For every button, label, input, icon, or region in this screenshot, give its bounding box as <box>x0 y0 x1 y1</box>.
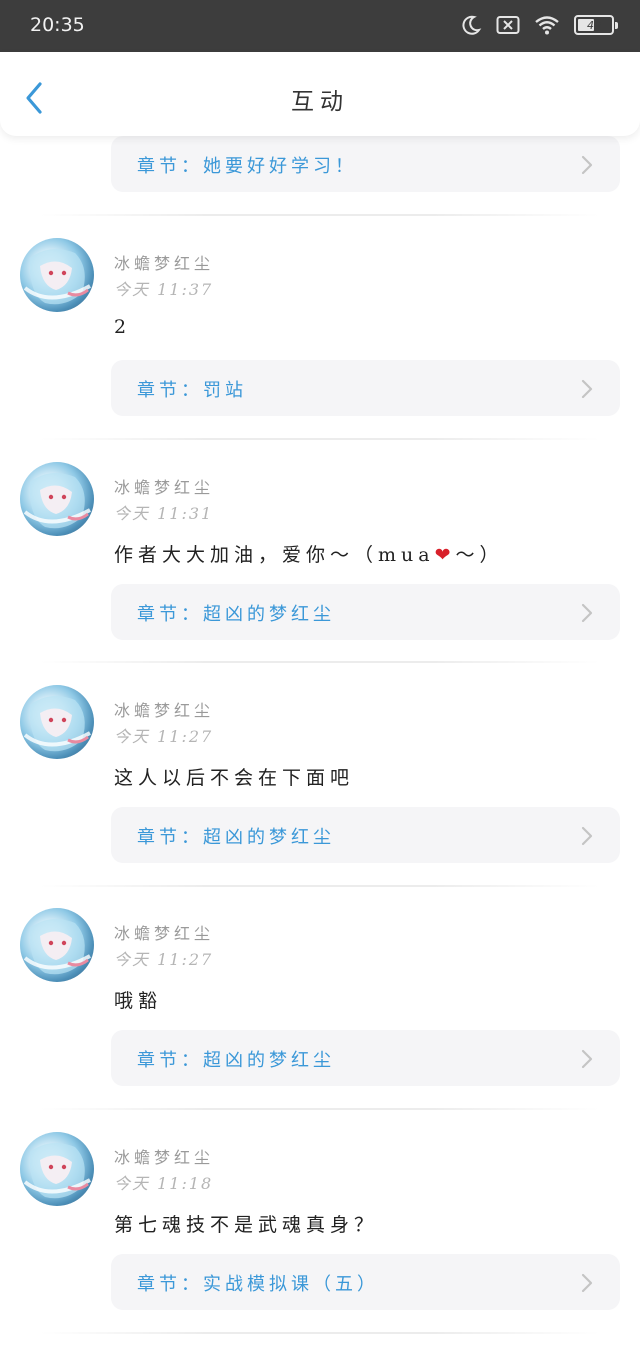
comment-feed[interactable]: 章节：她要好好学习！ 冰蟾梦红尘 今天 11:37 2 章节：罚站 冰蟾梦红尘 … <box>0 0 640 1351</box>
username: 冰蟾梦红尘 <box>114 701 215 720</box>
divider <box>40 1332 600 1334</box>
avatar[interactable] <box>20 908 94 982</box>
avatar[interactable] <box>20 462 94 536</box>
chevron-right-icon <box>581 379 593 399</box>
comment-time: 今天 11:31 <box>114 504 214 523</box>
comment-time: 今天 11:27 <box>114 950 214 969</box>
chevron-right-icon <box>581 603 593 623</box>
heart-emoji: ❤ <box>434 544 456 566</box>
comment-time: 今天 11:18 <box>114 1174 214 1193</box>
username: 冰蟾梦红尘 <box>114 1148 215 1167</box>
chapter-link[interactable]: 章节：罚站 <box>111 360 620 416</box>
chapter-link[interactable]: 章节：超凶的梦红尘 <box>111 1030 620 1086</box>
chapter-link[interactable]: 章节：超凶的梦红尘 <box>111 807 620 863</box>
chevron-right-icon <box>581 1273 593 1293</box>
comment-item: 冰蟾梦红尘 今天 11:27 哦豁 章节：超凶的梦红尘 <box>0 908 640 1131</box>
comment-time: 今天 11:37 <box>114 280 214 299</box>
divider <box>40 214 600 216</box>
comment-item: 冰蟾梦红尘 今天 11:27 这人以后不会在下面吧 章节：超凶的梦红尘 <box>0 685 640 908</box>
chapter-link[interactable]: 章节：超凶的梦红尘 <box>111 584 620 640</box>
chapter-label: 章节：超凶的梦红尘 <box>137 827 335 848</box>
comment-item: 冰蟾梦红尘 今天 11:31 作者大大加油，爱你～（mua❤～） 章节：超凶的梦… <box>0 462 640 685</box>
username: 冰蟾梦红尘 <box>114 924 215 943</box>
comment-text: 这人以后不会在下面吧 <box>114 767 355 789</box>
chapter-link[interactable]: 章节：她要好好学习！ <box>111 136 620 192</box>
chapter-label: 章节：她要好好学习！ <box>137 156 357 177</box>
username: 冰蟾梦红尘 <box>114 478 215 497</box>
comment-item: 冰蟾梦红尘 今天 11:18 第七魂技不是武魂真身？ 章节：实战模拟课（五） <box>0 1132 640 1355</box>
page-title: 互动 <box>291 89 349 115</box>
battery-text: 49 <box>587 18 601 32</box>
chevron-right-icon <box>581 1049 593 1069</box>
comment-time: 今天 11:27 <box>114 727 214 746</box>
comment-text: 第七魂技不是武魂真身？ <box>114 1214 379 1236</box>
chapter-label: 章节：罚站 <box>137 380 247 401</box>
comment-item: 冰蟾梦红尘 今天 11:37 2 章节：罚站 <box>0 238 640 461</box>
chapter-label: 章节：超凶的梦红尘 <box>137 1050 335 1071</box>
chapter-label: 章节：超凶的梦红尘 <box>137 604 335 625</box>
comment-text: 哦豁 <box>114 990 163 1012</box>
comment-text: 2 <box>114 316 132 338</box>
divider <box>40 885 600 887</box>
username: 冰蟾梦红尘 <box>114 254 215 273</box>
chapter-label: 章节：实战模拟课（五） <box>137 1274 379 1295</box>
avatar[interactable] <box>20 238 94 312</box>
avatar[interactable] <box>20 1132 94 1206</box>
comment-text: 作者大大加油，爱你～（mua❤～） <box>114 540 504 567</box>
divider <box>40 661 600 663</box>
avatar[interactable] <box>20 685 94 759</box>
comment-text-main: 作者大大加油，爱你～（mua <box>114 544 435 566</box>
divider <box>40 438 600 440</box>
chevron-right-icon <box>581 826 593 846</box>
chapter-link[interactable]: 章节：实战模拟课（五） <box>111 1254 620 1310</box>
header: 互动 <box>0 52 640 136</box>
comment-text-tail: ～） <box>455 544 504 566</box>
divider <box>40 1108 600 1110</box>
chevron-right-icon <box>581 155 593 175</box>
